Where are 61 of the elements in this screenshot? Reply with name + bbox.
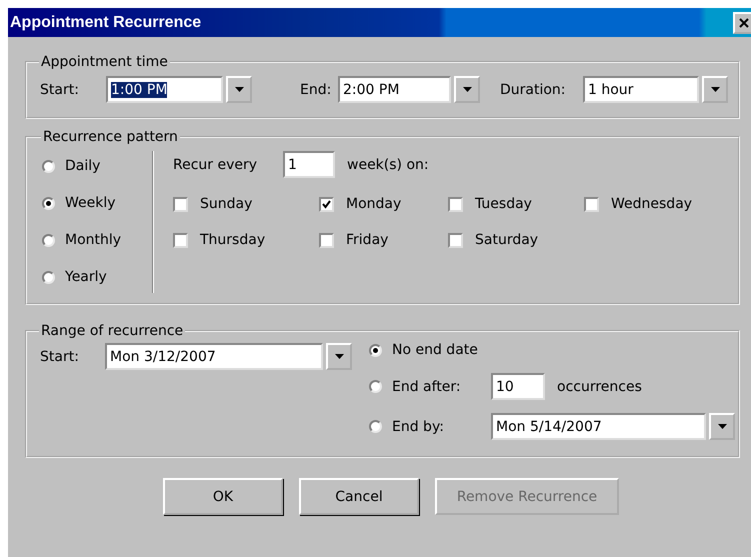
- radio-button[interactable]: [42, 270, 55, 284]
- checkbox[interactable]: [319, 232, 334, 248]
- day-label: Saturday: [475, 232, 538, 248]
- caret-icon: [234, 87, 244, 92]
- caret-icon: [334, 354, 344, 359]
- checkbox[interactable]: [584, 196, 599, 212]
- group-title: Recurrence pattern: [42, 129, 179, 145]
- suffix-label: occurrences: [557, 378, 642, 394]
- radio-label: Yearly: [65, 269, 107, 285]
- radio-button[interactable]: [42, 234, 55, 246]
- radio-button[interactable]: [42, 196, 55, 210]
- checkbox[interactable]: [448, 196, 463, 212]
- checkbox[interactable]: [173, 232, 188, 248]
- group-title: Range of recurrence: [40, 323, 184, 339]
- field-label: Start:: [40, 348, 80, 364]
- radio-label: Daily: [65, 158, 100, 174]
- close-button[interactable]: [733, 12, 751, 34]
- combo-field[interactable]: 1:00 PM: [106, 76, 223, 103]
- day-label: Wednesday: [611, 196, 692, 212]
- checkbox[interactable]: [448, 232, 463, 248]
- checkbox[interactable]: [319, 196, 334, 212]
- radio-button[interactable]: [42, 160, 55, 172]
- combo-field[interactable]: Mon 3/12/2007: [105, 343, 323, 370]
- combo-field[interactable]: 2:00 PM: [338, 76, 451, 103]
- dropdown-button[interactable]: [709, 413, 735, 440]
- radio-button[interactable]: [369, 344, 382, 356]
- caret-icon: [718, 424, 726, 429]
- close-icon: [739, 18, 749, 28]
- radio-button[interactable]: [369, 380, 382, 393]
- day-label: Tuesday: [475, 196, 532, 212]
- group-title: Appointment time: [40, 54, 169, 70]
- dialog-button[interactable]: Cancel: [299, 478, 419, 515]
- caret-icon: [462, 87, 472, 92]
- day-label: Sunday: [200, 196, 252, 212]
- dropdown-button[interactable]: [326, 343, 352, 370]
- day-label: Monday: [346, 196, 402, 212]
- field-label: End:: [300, 82, 332, 98]
- recur-every-label: Recur every: [173, 156, 258, 172]
- caret-icon: [710, 87, 720, 92]
- window-title: Appointment Recurrence: [9, 14, 202, 32]
- combo-field[interactable]: Mon 5/14/2007: [491, 413, 706, 440]
- radio-label: End by:: [392, 418, 444, 434]
- day-label: Thursday: [200, 232, 266, 248]
- count-field[interactable]: 10: [491, 373, 545, 400]
- interval-field[interactable]: 1: [283, 151, 335, 178]
- unit-label: week(s) on:: [347, 156, 429, 172]
- radio-label: End after:: [392, 378, 461, 394]
- dropdown-button[interactable]: [226, 76, 252, 103]
- radio-label: Monthly: [65, 232, 122, 248]
- dropdown-button[interactable]: [454, 76, 480, 103]
- field-label: Duration:: [500, 82, 567, 98]
- field-label: Start:: [40, 82, 80, 98]
- radio-label: Weekly: [65, 195, 116, 211]
- radio-button[interactable]: [369, 420, 382, 433]
- checkbox[interactable]: [173, 196, 188, 212]
- radio-label: No end date: [392, 342, 478, 358]
- day-label: Friday: [346, 232, 388, 248]
- dropdown-button[interactable]: [702, 76, 728, 103]
- check-icon: [322, 200, 331, 208]
- dialog-button[interactable]: OK: [163, 478, 283, 515]
- combo-field[interactable]: 1 hour: [583, 76, 699, 103]
